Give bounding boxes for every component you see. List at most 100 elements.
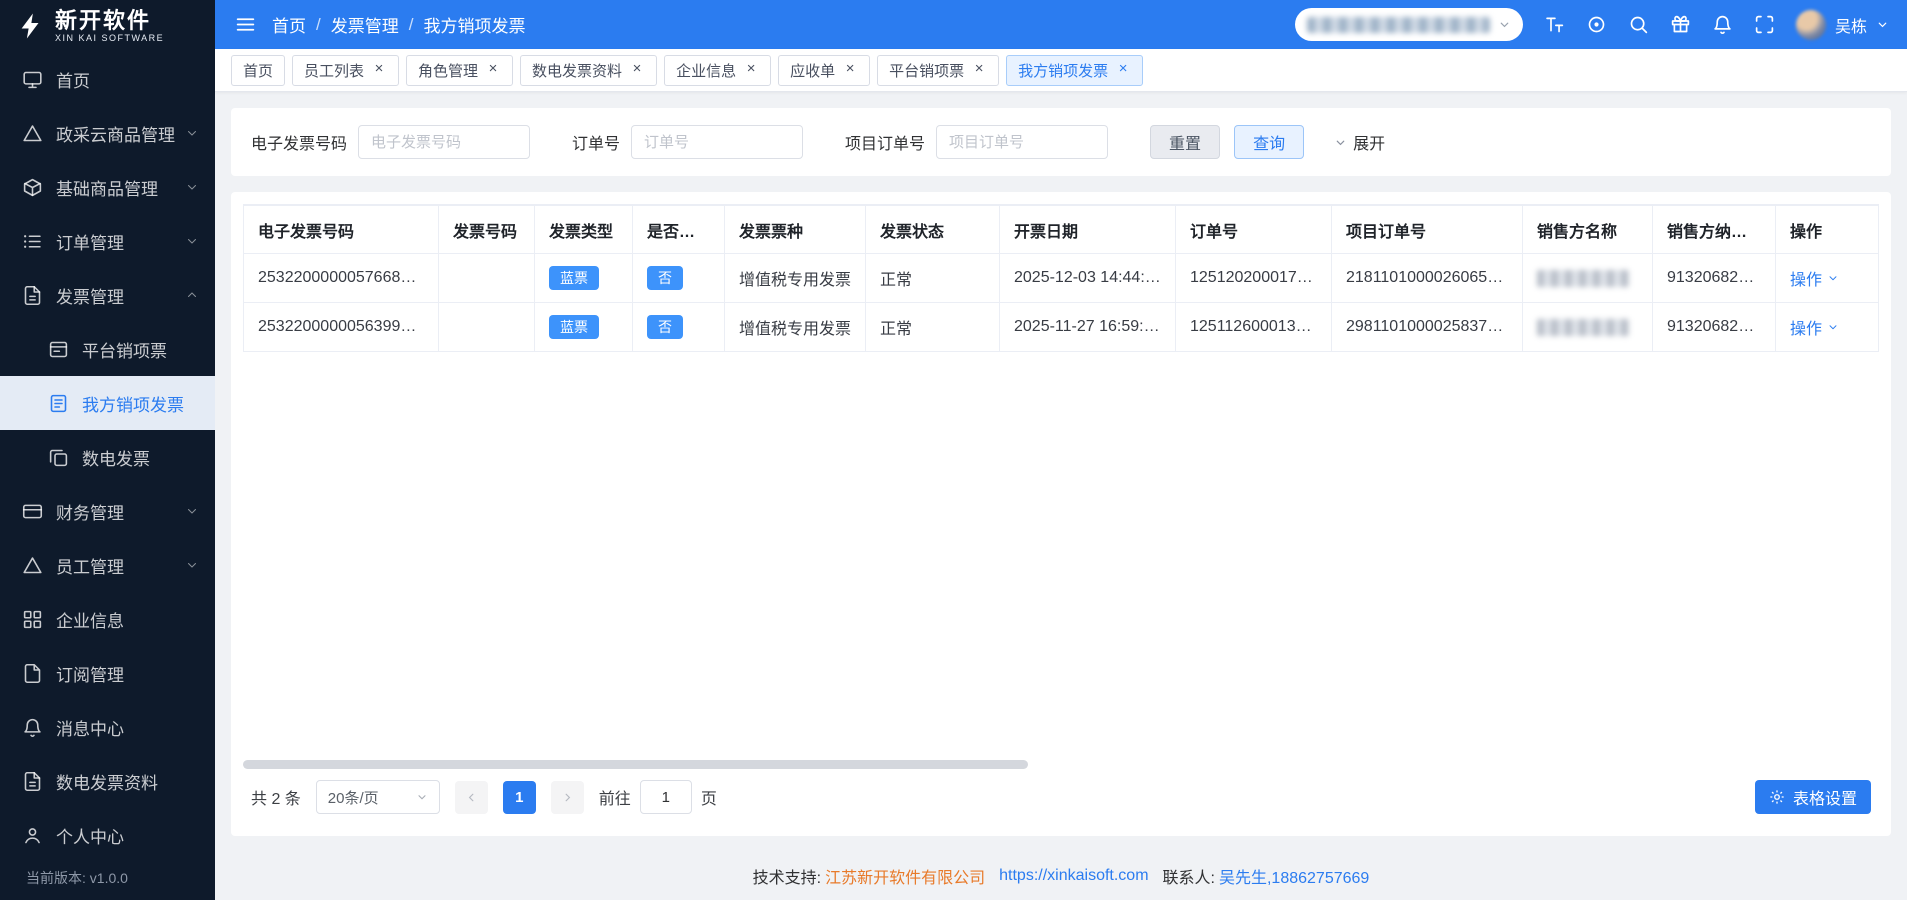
horizontal-scrollbar-thumb[interactable] [243, 760, 1029, 769]
invoice-type-badge: 蓝票 [549, 266, 599, 290]
cell-invoice_code [438, 302, 535, 352]
grid-icon [22, 609, 43, 630]
invoice-no-input[interactable] [358, 125, 531, 159]
tab-首页[interactable]: 首页 [231, 54, 286, 86]
chevron-down-icon [1334, 136, 1347, 149]
tab-close-icon[interactable]: × [743, 61, 759, 78]
top-header: 首页 / 发票管理 / 我方销项发票 吴栋 [215, 0, 1907, 49]
bell-icon[interactable] [1712, 14, 1733, 35]
gift-icon[interactable] [1670, 14, 1691, 35]
sidebar-item-label: 发票管理 [56, 287, 124, 307]
cell-tax_id: 91320682753209... [1652, 302, 1776, 352]
page-size-select[interactable]: 20条/页 [315, 780, 440, 814]
company-link[interactable]: 江苏新开软件有限公司 [825, 864, 985, 888]
sidebar-item-our-sales-invoice[interactable]: 我方销项发票 [0, 376, 215, 430]
tab-label: 平台销项票 [889, 62, 965, 80]
contact-link[interactable]: 吴先生,18862757669 [1219, 864, 1369, 888]
sidebar-item-finance-mgmt[interactable]: 财务管理 [0, 484, 215, 538]
chevron-down-icon [185, 126, 199, 140]
sidebar-item-home[interactable]: 首页 [0, 52, 215, 106]
translate-icon[interactable] [1544, 14, 1565, 35]
tab-close-icon[interactable]: × [371, 61, 387, 78]
cell-text: 2025-12-03 14:44:32 [1014, 269, 1163, 286]
fullscreen-icon[interactable] [1754, 14, 1775, 35]
next-page-button[interactable] [550, 780, 584, 814]
cell-project_order_no: 2181101000026065649 [1331, 253, 1523, 303]
tab-close-icon[interactable]: × [1115, 61, 1131, 78]
page-number-button[interactable]: 1 [502, 780, 536, 814]
tab-应收单[interactable]: 应收单 × [778, 54, 871, 86]
sidebar-item-order-mgmt[interactable]: 订单管理 [0, 214, 215, 268]
sidebar-item-staff-mgmt[interactable]: 员工管理 [0, 538, 215, 592]
table-row: 25322000000563995007 蓝票 否 增值税专用发票 正常 2025-11-… [243, 302, 1879, 352]
reset-button[interactable]: 重置 [1150, 125, 1221, 159]
tab-员工列表[interactable]: 员工列表 × [292, 54, 400, 86]
filter-label: 电子发票号码 [251, 136, 348, 153]
user-menu[interactable]: 吴栋 [1795, 9, 1889, 40]
card-icon [48, 339, 69, 360]
tab-我方销项发票[interactable]: 我方销项发票 × [1006, 54, 1144, 86]
hamburger-menu-icon[interactable] [235, 14, 256, 35]
breadcrumb-item[interactable]: 发票管理 [331, 12, 399, 37]
sidebar-item-zcy-goods[interactable]: 政采云商品管理 [0, 106, 215, 160]
bell-icon [22, 717, 43, 738]
cell-type: 蓝票 [534, 302, 633, 352]
table-settings-button[interactable]: 表格设置 [1754, 780, 1871, 814]
sidebar-item-message-center[interactable]: 消息中心 [0, 700, 215, 754]
tab-角色管理[interactable]: 角色管理 × [406, 54, 514, 86]
sidebar-item-digital-invoice[interactable]: 数电发票 [0, 430, 215, 484]
file-text-icon [22, 771, 43, 792]
chevron-down-icon [1498, 18, 1511, 31]
tab-label: 我方销项发票 [1018, 62, 1109, 80]
tab-平台销项票[interactable]: 平台销项票 × [877, 54, 1000, 86]
contact-label: 联系人: [1162, 870, 1215, 887]
tab-close-icon[interactable]: × [842, 61, 858, 78]
sidebar-item-base-goods[interactable]: 基础商品管理 [0, 160, 215, 214]
row-action-label: 操作 [1790, 272, 1823, 289]
version-label: 当前版本: v1.0.0 [26, 870, 128, 886]
sidebar-item-subscription-mgmt[interactable]: 订阅管理 [0, 646, 215, 700]
row-action-link[interactable]: 操作 [1790, 266, 1839, 290]
sidebar-item-invoice-mgmt[interactable]: 发票管理 [0, 268, 215, 322]
expand-toggle[interactable]: 展开 [1334, 130, 1385, 154]
filter-fields: 电子发票号码 订单号 项目订单号 [251, 125, 1150, 159]
filter-group-order-no: 订单号 [572, 125, 804, 159]
cell-text: 1251202000170679 [1190, 269, 1332, 286]
column-header: 销售方纳税人识别号 [1652, 205, 1776, 254]
total-count: 共 2 条 [251, 791, 301, 808]
goto-page-input[interactable] [639, 780, 692, 814]
sidebar-item-company-info[interactable]: 企业信息 [0, 592, 215, 646]
tab-close-icon[interactable]: × [971, 61, 987, 78]
breadcrumb-item[interactable]: 首页 [272, 12, 306, 37]
redacted-seller-name [1537, 269, 1629, 287]
cell-text: 正常 [880, 321, 913, 338]
pagination: 共 2 条 20条/页 1 前往 1 页 表格设置 [243, 774, 1879, 836]
breadcrumb: 首页 / 发票管理 / 我方销项发票 [272, 12, 525, 37]
tab-数电发票资料[interactable]: 数电发票资料 × [520, 54, 658, 86]
sidebar-item-personal-center[interactable]: 个人中心 [0, 808, 215, 862]
order-no-input[interactable] [631, 125, 804, 159]
avatar [1795, 9, 1826, 40]
cell-invoice_no: 25322000000563995007 [243, 302, 439, 352]
tab-企业信息[interactable]: 企业信息 × [664, 54, 772, 86]
triangle-icon [22, 555, 43, 576]
support-label: 技术支持: [752, 870, 822, 887]
row-action-link[interactable]: 操作 [1790, 315, 1839, 339]
tab-close-icon[interactable]: × [485, 61, 501, 78]
expand-label: 展开 [1353, 136, 1386, 153]
search-icon[interactable] [1628, 14, 1649, 35]
sidebar-item-platform-sales-invoice[interactable]: 平台销项票 [0, 322, 215, 376]
breadcrumb-separator: / [408, 14, 414, 34]
dot-circle-icon[interactable] [1586, 14, 1607, 35]
tab-close-icon[interactable]: × [629, 61, 645, 78]
search-button[interactable]: 查询 [1234, 125, 1305, 159]
invoice-table-wrap: 电子发票号码 发票号码 发票类型 是否勾选 发票票种 发票状态 开票日期 订单号 项目订单号 销售… [243, 204, 1879, 774]
sidebar-item-invoice-materials[interactable]: 数电发票资料 [0, 754, 215, 808]
header-search-input[interactable] [1294, 8, 1523, 41]
chevron-left-icon [465, 791, 478, 804]
website-link[interactable]: https://xinkaisoft.com [999, 867, 1148, 885]
sidebar-item-label: 消息中心 [56, 719, 124, 739]
project-order-no-input[interactable] [936, 125, 1109, 159]
prev-page-button[interactable] [454, 780, 488, 814]
goto-page: 前往 页 [599, 780, 717, 814]
